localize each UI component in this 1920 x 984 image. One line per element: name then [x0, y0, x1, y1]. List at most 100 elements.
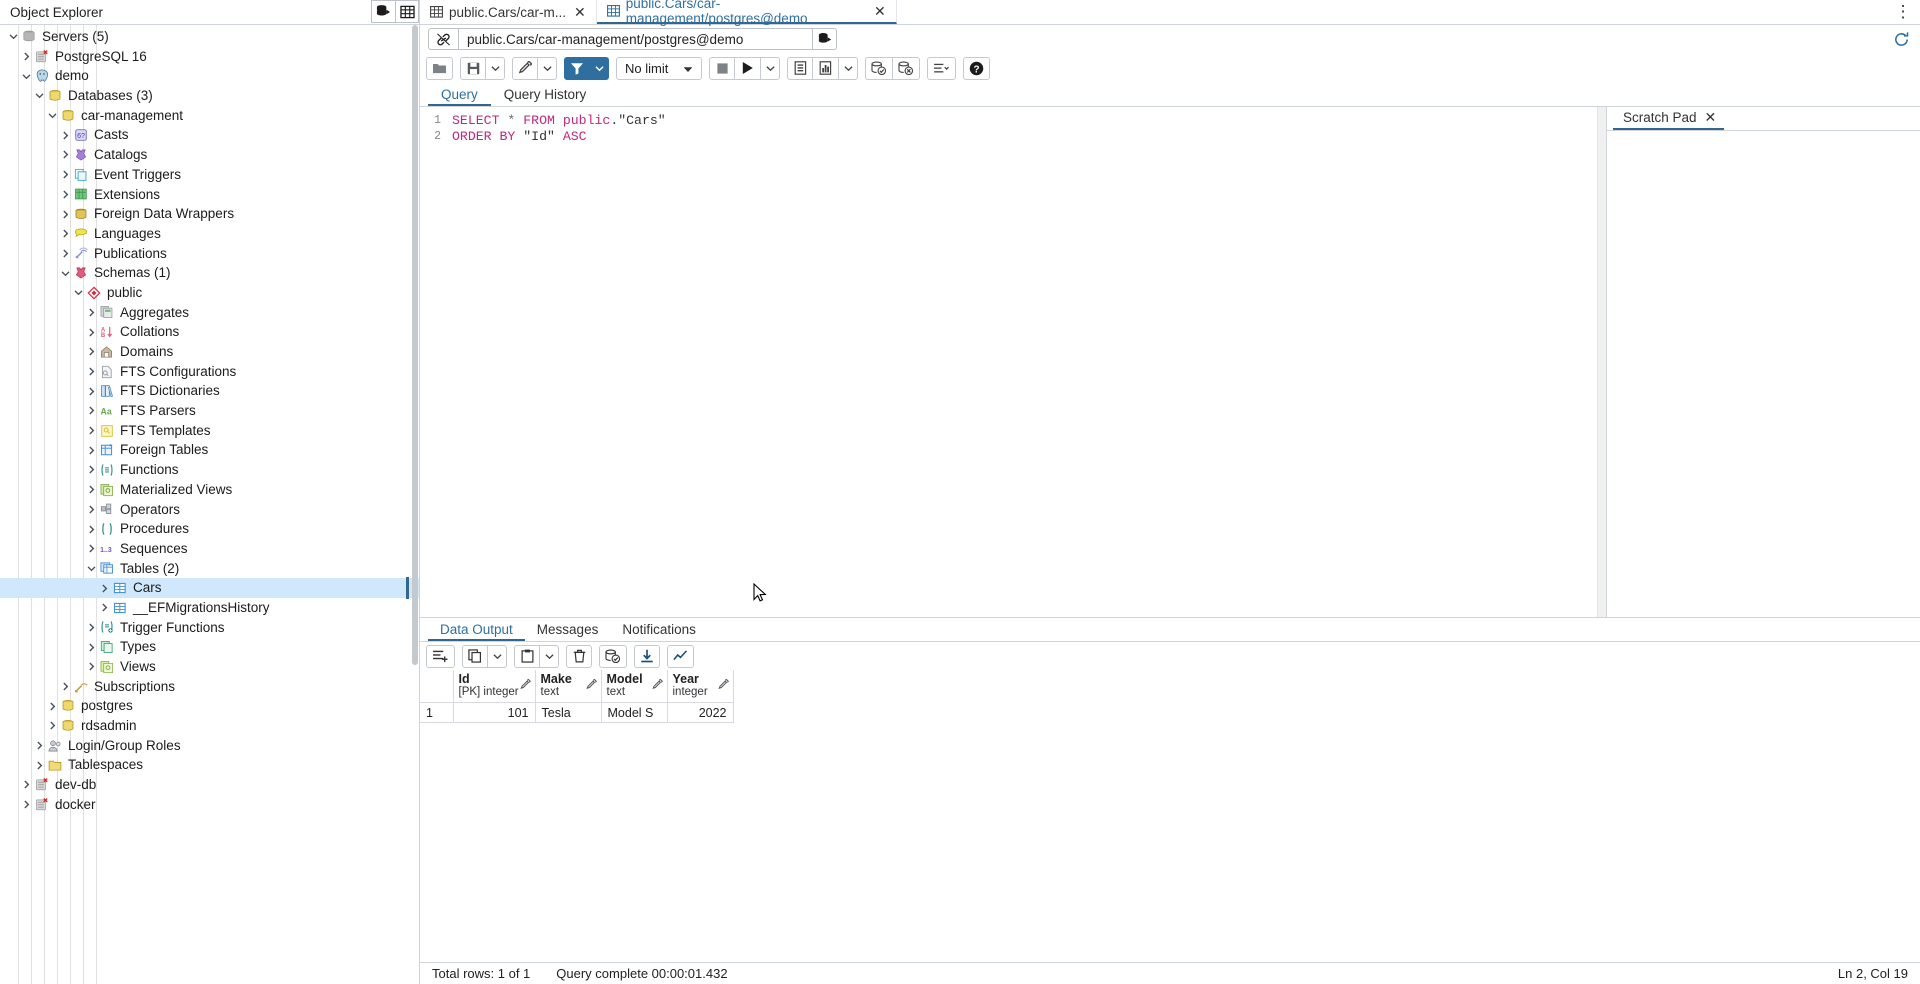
object-explorer-tree[interactable]: Servers (5)PostgreSQL 16demoDatabases (3…	[0, 25, 419, 984]
tree-item-extensions[interactable]: Extensions	[0, 185, 419, 205]
pencil-icon[interactable]	[586, 679, 597, 693]
cell-model[interactable]: Model S	[601, 703, 667, 723]
chevron-down-icon[interactable]	[761, 57, 780, 80]
tree-item-login-group-roles[interactable]: Login/Group Roles	[0, 736, 419, 756]
pencil-icon[interactable]	[718, 679, 729, 693]
cell-id[interactable]: 101	[453, 703, 535, 723]
tree-item-schemas-1[interactable]: Schemas (1)	[0, 263, 419, 283]
chevron-right-icon[interactable]	[45, 701, 59, 712]
chevron-right-icon[interactable]	[19, 51, 33, 62]
chevron-right-icon[interactable]	[97, 583, 111, 594]
tree-item-servers-5[interactable]: Servers (5)	[0, 27, 419, 47]
tree-item-rdsadmin[interactable]: rdsadmin	[0, 716, 419, 736]
chevron-right-icon[interactable]	[84, 386, 98, 397]
stop-icon[interactable]	[709, 57, 735, 80]
tree-item-demo[interactable]: demo	[0, 66, 419, 86]
tree-item-trigger-functions[interactable]: Trigger Functions	[0, 618, 419, 638]
scratch-pad-textarea[interactable]	[1607, 131, 1920, 617]
chevron-right-icon[interactable]	[84, 543, 98, 554]
chevron-right-icon[interactable]	[19, 779, 33, 790]
tree-item-procedures[interactable]: Procedures	[0, 519, 419, 539]
chevron-down-icon[interactable]	[538, 57, 557, 80]
tree-item-collations[interactable]: ABCollations	[0, 322, 419, 342]
trash-icon[interactable]	[566, 645, 592, 668]
tree-item-public[interactable]: public	[0, 283, 419, 303]
tree-item-dev-db[interactable]: dev-db	[0, 775, 419, 795]
tree-item-views[interactable]: Views	[0, 657, 419, 677]
tree-item-foreign-tables[interactable]: Foreign Tables	[0, 440, 419, 460]
column-header-id[interactable]: Id [PK] integer	[453, 670, 535, 703]
tree-item-efmigrationshistory[interactable]: __EFMigrationsHistory	[0, 598, 419, 618]
tree-item-casts[interactable]: 6?Casts	[0, 125, 419, 145]
chevron-right-icon[interactable]	[84, 327, 98, 338]
chevron-right-icon[interactable]	[84, 484, 98, 495]
tree-item-fts-parsers[interactable]: AaFTS Parsers	[0, 401, 419, 421]
graph-icon[interactable]	[667, 645, 694, 668]
close-icon[interactable]: ✕	[874, 4, 886, 18]
tree-item-operators[interactable]: Operators	[0, 500, 419, 520]
cell-make[interactable]: Tesla	[535, 703, 601, 723]
tree-item-languages[interactable]: Languages	[0, 224, 419, 244]
chevron-right-icon[interactable]	[84, 307, 98, 318]
tree-item-event-triggers[interactable]: Event Triggers	[0, 165, 419, 185]
commit-icon[interactable]	[865, 57, 893, 80]
tab-data-output[interactable]: Data Output	[428, 618, 525, 641]
tree-item-fts-configurations[interactable]: FTS Configurations	[0, 362, 419, 382]
chevron-right-icon[interactable]	[58, 149, 72, 160]
table-row[interactable]: 1 101 Tesla Model S 2022	[420, 703, 733, 723]
chevron-right-icon[interactable]	[84, 622, 98, 633]
chevron-right-icon[interactable]	[84, 661, 98, 672]
cell-year[interactable]: 2022	[667, 703, 733, 723]
add-row-icon[interactable]	[426, 645, 455, 668]
chevron-down-icon[interactable]	[540, 645, 559, 668]
tab-scratch-pad[interactable]: Scratch Pad ✕	[1613, 107, 1724, 130]
explain-icon[interactable]	[787, 57, 813, 80]
chevron-down-icon[interactable]	[488, 645, 507, 668]
close-icon[interactable]: ✕	[574, 5, 586, 19]
chevron-down-icon[interactable]	[486, 57, 505, 80]
filter-icon[interactable]	[564, 57, 590, 80]
tab-messages[interactable]: Messages	[525, 618, 611, 641]
tree-item-types[interactable]: Types	[0, 637, 419, 657]
chevron-right-icon[interactable]	[45, 720, 59, 731]
editor-scrollbar[interactable]	[1597, 107, 1606, 617]
chevron-down-icon[interactable]	[590, 57, 609, 80]
grid-icon[interactable]	[395, 0, 419, 23]
connection-string-input[interactable]: public.Cars/car-management/postgres@demo	[458, 28, 813, 50]
tree-item-car-management[interactable]: car-management	[0, 106, 419, 126]
pencil-icon[interactable]	[512, 57, 538, 80]
chevron-right-icon[interactable]	[84, 445, 98, 456]
column-header-year[interactable]: Year integer	[667, 670, 733, 703]
sql-code[interactable]: SELECT * FROM public."Cars" ORDER BY "Id…	[446, 107, 1597, 617]
chevron-right-icon[interactable]	[84, 366, 98, 377]
help-icon[interactable]: ?	[963, 57, 990, 80]
download-icon[interactable]	[634, 645, 660, 668]
folder-open-icon[interactable]	[426, 57, 453, 80]
reset-icon[interactable]	[1888, 28, 1914, 50]
column-header-model[interactable]: Model text	[601, 670, 667, 703]
tree-item-cars[interactable]: Cars	[0, 578, 419, 598]
chevron-right-icon[interactable]	[58, 248, 72, 259]
save-data-icon[interactable]	[599, 645, 627, 668]
column-header-make[interactable]: Make text	[535, 670, 601, 703]
chevron-down-icon[interactable]	[6, 31, 20, 42]
chart-bar-icon[interactable]	[813, 57, 839, 80]
tab-query-history[interactable]: Query History	[491, 83, 600, 106]
save-icon[interactable]	[460, 57, 486, 80]
tree-item-fts-dictionaries[interactable]: FTS Dictionaries	[0, 381, 419, 401]
tree-item-postgresql-16[interactable]: PostgreSQL 16	[0, 47, 419, 67]
chevron-right-icon[interactable]	[58, 681, 72, 692]
chevron-right-icon[interactable]	[19, 799, 33, 810]
paste-icon[interactable]	[514, 645, 540, 668]
pencil-icon[interactable]	[520, 679, 531, 693]
chevron-right-icon[interactable]	[84, 642, 98, 653]
sql-editor[interactable]: 1 2 SELECT * FROM public."Cars" ORDER BY…	[420, 107, 1607, 617]
tree-item-postgres[interactable]: postgres	[0, 696, 419, 716]
database-connect-icon[interactable]	[813, 28, 837, 50]
tree-item-publications[interactable]: Publications	[0, 244, 419, 264]
play-icon[interactable]	[735, 57, 761, 80]
chevron-right-icon[interactable]	[84, 504, 98, 515]
chevron-right-icon[interactable]	[84, 524, 98, 535]
chevron-right-icon[interactable]	[84, 464, 98, 475]
chevron-down-icon[interactable]	[19, 71, 33, 82]
